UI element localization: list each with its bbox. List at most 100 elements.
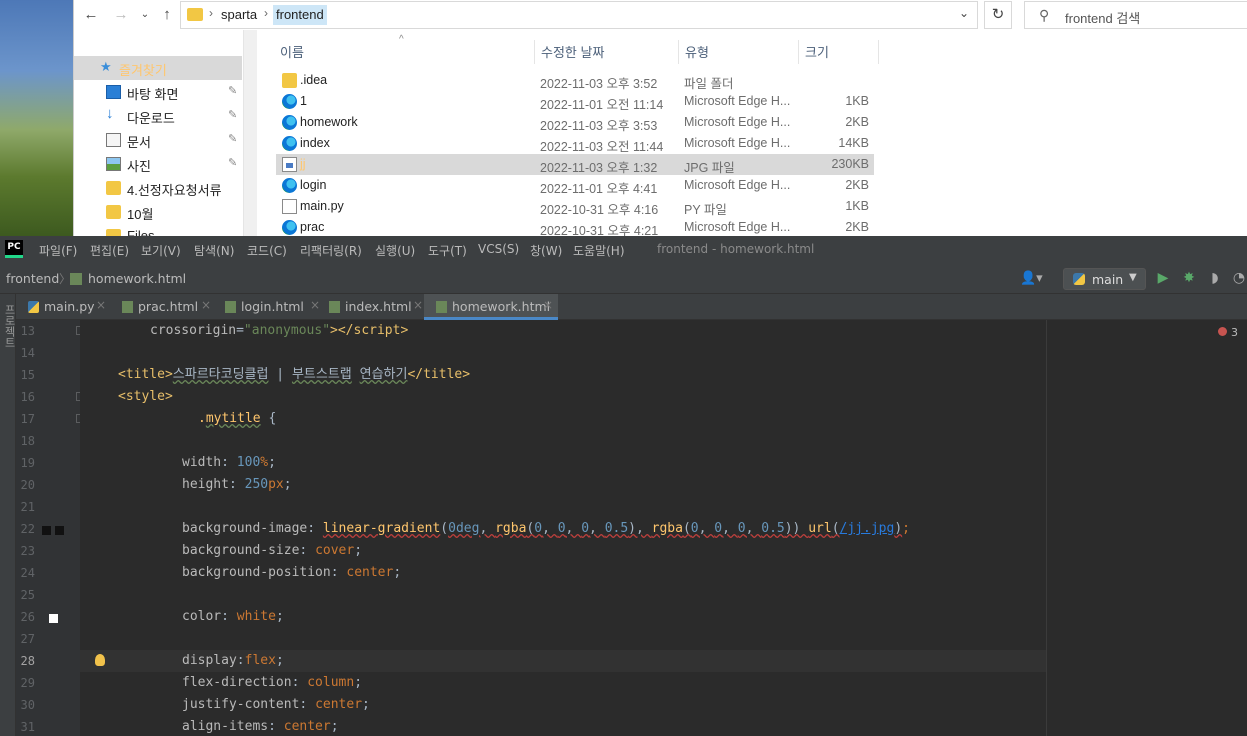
menu-view[interactable]: 보기(V) xyxy=(141,242,181,259)
file-row[interactable]: .idea 2022-11-03 오후 3:52 파일 폴더 xyxy=(276,70,874,91)
lightbulb-icon[interactable] xyxy=(95,654,105,666)
address-bar[interactable]: › sparta › frontend ⌄ xyxy=(180,1,978,29)
menu-file[interactable]: 파일(F) xyxy=(39,242,77,259)
tab-login-html[interactable]: login.html × xyxy=(213,294,323,320)
tab-prac-html[interactable]: prac.html × xyxy=(110,294,214,320)
column-divider[interactable] xyxy=(798,40,799,64)
code-editor[interactable]: 3 crossorigin="anonymous"></script> <tit… xyxy=(80,320,1247,736)
debug-icon[interactable]: ✸ xyxy=(1181,270,1197,286)
line-number: 16 xyxy=(20,390,35,404)
close-icon[interactable]: × xyxy=(413,298,423,312)
code-line-17: .mytitle { xyxy=(198,411,277,426)
tab-label: index.html xyxy=(345,299,412,314)
menu-help[interactable]: 도움말(H) xyxy=(573,242,625,259)
line-number: 27 xyxy=(20,632,35,646)
pycharm-logo-icon: PC xyxy=(5,240,23,258)
file-type: 파일 폴더 xyxy=(684,77,734,91)
folder-icon xyxy=(187,8,203,21)
html-file-icon xyxy=(329,301,340,313)
line-number: 25 xyxy=(20,588,35,602)
menu-edit[interactable]: 편집(E) xyxy=(90,242,129,259)
nav-item-folder-2[interactable]: 10월 xyxy=(74,200,242,224)
file-row[interactable]: login 2022-11-01 오후 4:41 Microsoft Edge … xyxy=(276,175,874,196)
code-line-22: background-image: linear-gradient(0deg, … xyxy=(182,521,910,536)
up-arrow-icon[interactable]: ↑ xyxy=(156,4,178,26)
menu-vcs[interactable]: VCS(S) xyxy=(478,242,519,256)
column-header-type[interactable]: 유형 xyxy=(685,42,709,61)
html-file-icon xyxy=(122,301,133,313)
nav-item-label: Files xyxy=(127,228,155,236)
column-divider[interactable] xyxy=(878,40,879,64)
nav-item-folder-1[interactable]: 4.선정자요청서류 xyxy=(74,176,242,200)
search-icon: ⚲ xyxy=(1039,7,1050,23)
address-dropdown-icon[interactable]: ⌄ xyxy=(959,6,969,20)
close-icon[interactable]: × xyxy=(543,298,553,312)
forward-arrow-icon[interactable]: → xyxy=(110,4,132,26)
run-configuration-selector[interactable]: main ▼ xyxy=(1063,268,1146,290)
refresh-icon[interactable]: ↻ xyxy=(984,1,1012,29)
file-row[interactable]: index 2022-11-03 오전 11:44 Microsoft Edge… xyxy=(276,133,874,154)
nav-item-favorites[interactable]: ★ 즐겨찾기 xyxy=(74,56,242,80)
nav-item-documents[interactable]: 문서 ✎ xyxy=(74,128,242,152)
nav-item-pictures[interactable]: 사진 ✎ xyxy=(74,152,242,176)
breadcrumb-file[interactable]: homework.html xyxy=(88,271,186,286)
line-number: 24 xyxy=(20,566,35,580)
nav-item-label: 다운로드 xyxy=(127,111,175,126)
file-row-selected[interactable]: jj 2022-11-03 오후 1:32 JPG 파일 230KB xyxy=(276,154,874,175)
tab-main-py[interactable]: main.py × xyxy=(16,294,108,320)
user-account-icon[interactable]: 👤▾ xyxy=(1020,271,1043,286)
column-divider[interactable] xyxy=(534,40,535,64)
color-swatch-icon[interactable] xyxy=(55,526,64,535)
breadcrumb-sparta[interactable]: sparta xyxy=(221,7,257,22)
code-line-29: flex-direction: column; xyxy=(182,675,363,690)
column-header-date[interactable]: 수정한 날짜 xyxy=(541,42,604,61)
tab-index-html[interactable]: index.html × xyxy=(317,294,425,320)
run-icon[interactable]: ▶ xyxy=(1155,270,1171,286)
menu-tools[interactable]: 도구(T) xyxy=(428,242,467,259)
file-size: 230KB xyxy=(831,157,869,171)
file-type: PY 파일 xyxy=(684,203,727,217)
pin-icon: ✎ xyxy=(228,85,238,97)
file-size: 1KB xyxy=(845,94,869,108)
recent-locations-chevron-icon[interactable]: ⌄ xyxy=(134,4,156,26)
breadcrumb-frontend[interactable]: frontend xyxy=(273,5,327,25)
navigation-scrollbar[interactable] xyxy=(243,30,257,236)
coverage-icon[interactable]: ◗ xyxy=(1207,270,1223,286)
code-line-30: justify-content: center; xyxy=(182,697,370,712)
file-row[interactable]: homework 2022-11-03 오후 3:53 Microsoft Ed… xyxy=(276,112,874,133)
file-row[interactable]: 1 2022-11-01 오전 11:14 Microsoft Edge H..… xyxy=(276,91,874,112)
close-icon[interactable]: × xyxy=(96,298,106,312)
tab-homework-html[interactable]: homework.html × xyxy=(424,294,558,320)
file-type: Microsoft Edge H... xyxy=(684,178,791,192)
menu-run[interactable]: 실행(U) xyxy=(375,242,415,259)
line-number: 26 xyxy=(20,610,35,624)
menu-navigate[interactable]: 탐색(N) xyxy=(194,242,234,259)
nav-item-label: 바탕 화면 xyxy=(127,87,179,102)
nav-item-folder-3[interactable]: Files xyxy=(74,224,242,236)
project-tool-window-tab[interactable]: 프로젝트 xyxy=(1,304,17,348)
error-indicator[interactable]: 3 xyxy=(1218,326,1238,339)
menu-code[interactable]: 코드(C) xyxy=(247,242,287,259)
search-box[interactable]: ⚲ frontend 검색 xyxy=(1024,1,1247,29)
color-swatch-icon[interactable] xyxy=(42,526,51,535)
line-number: 14 xyxy=(20,346,35,360)
python-file-icon xyxy=(282,199,297,214)
folder-icon xyxy=(282,73,297,88)
error-icon xyxy=(1218,327,1227,336)
breadcrumb-project[interactable]: frontend xyxy=(6,271,59,286)
column-divider[interactable] xyxy=(678,40,679,64)
file-name: login xyxy=(300,178,327,192)
back-arrow-icon[interactable]: ← xyxy=(80,4,102,26)
file-row[interactable]: prac 2022-10-31 오후 4:21 Microsoft Edge H… xyxy=(276,217,874,236)
color-swatch-icon[interactable] xyxy=(49,614,58,623)
column-header-name[interactable]: 이름 xyxy=(280,42,304,61)
menu-window[interactable]: 창(W) xyxy=(530,242,562,259)
profile-icon[interactable]: ◔ xyxy=(1231,270,1247,286)
menu-refactor[interactable]: 리팩터링(R) xyxy=(300,242,362,259)
close-icon[interactable]: × xyxy=(201,298,211,312)
file-date: 2022-11-01 오전 11:14 xyxy=(540,98,664,112)
file-row[interactable]: main.py 2022-10-31 오후 4:16 PY 파일 1KB xyxy=(276,196,874,217)
nav-item-desktop[interactable]: 바탕 화면 ✎ xyxy=(74,80,242,104)
nav-item-downloads[interactable]: ↓ 다운로드 ✎ xyxy=(74,104,242,128)
column-header-size[interactable]: 크기 xyxy=(805,42,829,61)
